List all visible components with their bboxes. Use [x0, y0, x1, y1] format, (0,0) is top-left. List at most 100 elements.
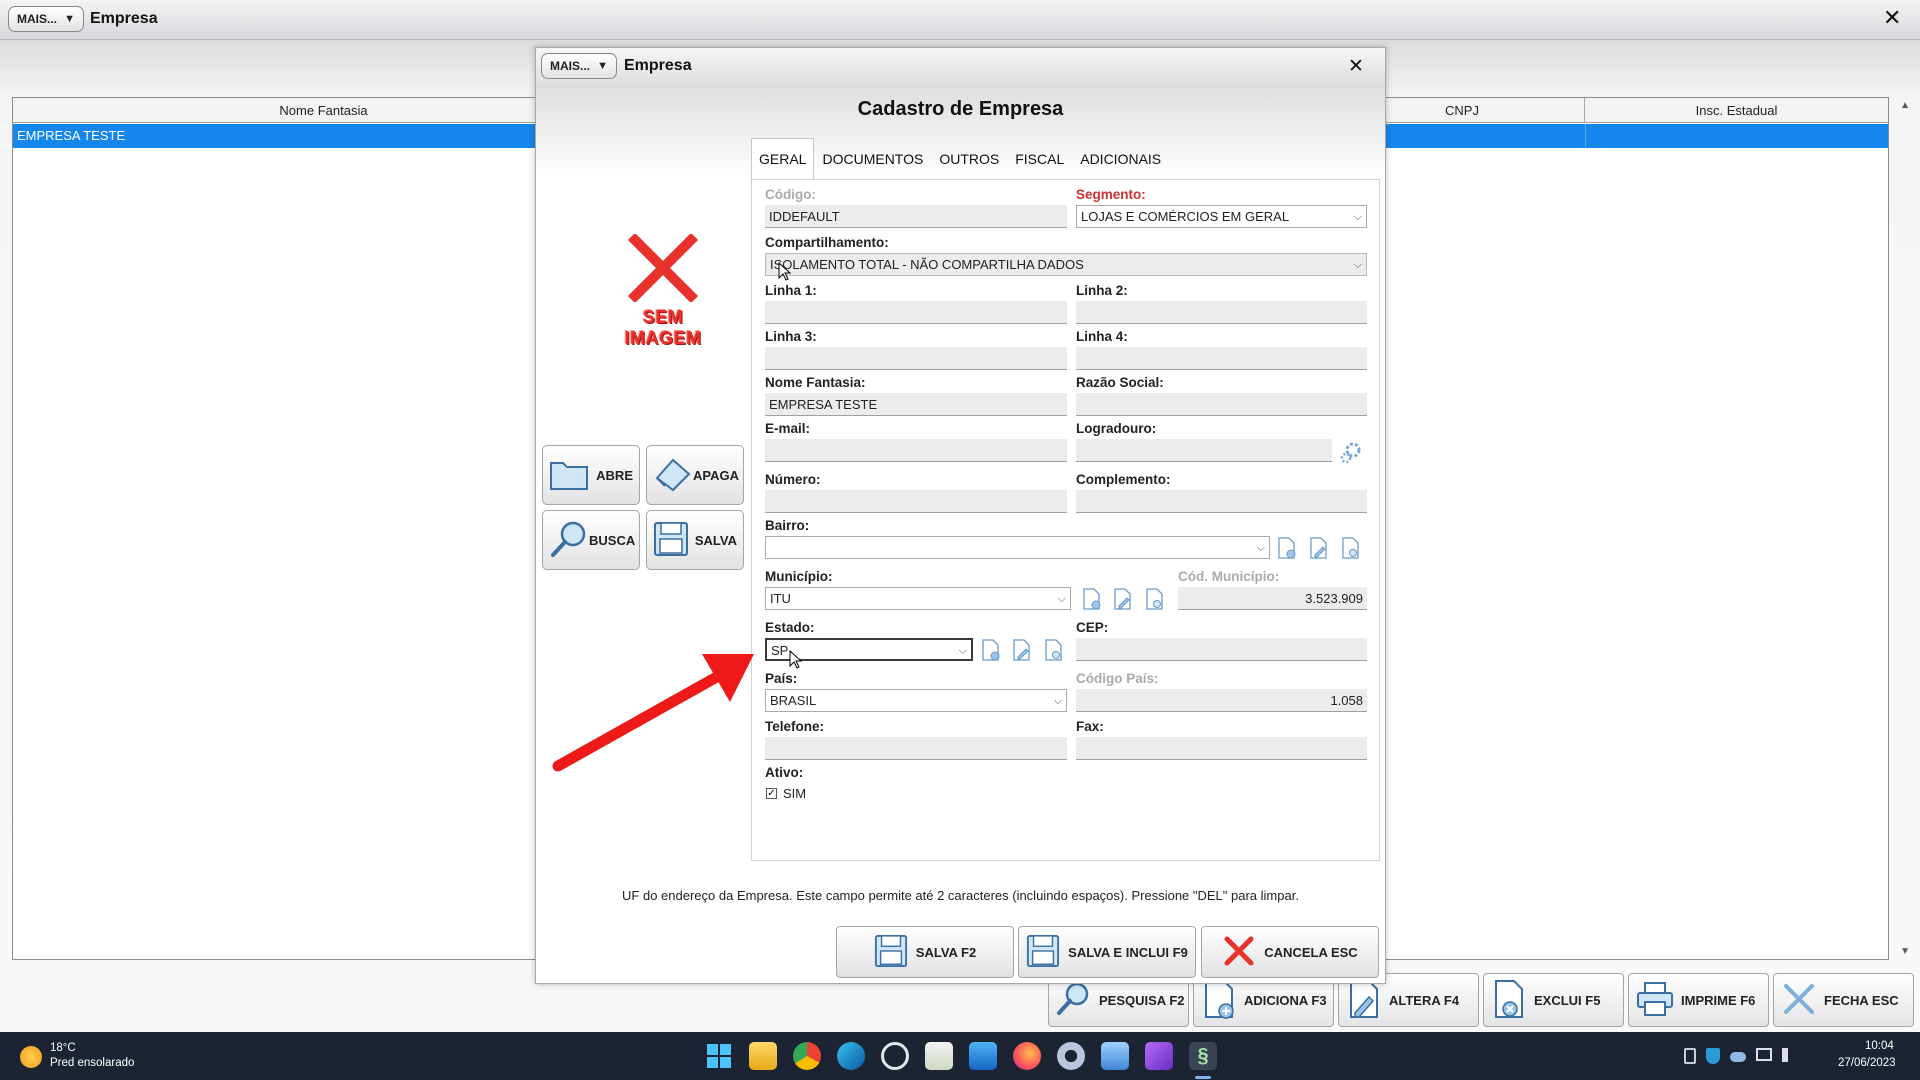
triangle-down-icon: ▼ [64, 13, 75, 25]
tab-documentos[interactable]: DOCUMENTOS [814, 138, 932, 180]
app-s-icon[interactable]: § [1189, 1042, 1217, 1070]
abre-button[interactable]: ABRE [542, 445, 640, 505]
whatsapp-icon[interactable] [881, 1042, 909, 1070]
magnifier-icon [1055, 980, 1093, 1021]
edit-document-icon[interactable] [1113, 588, 1133, 610]
add-document-icon[interactable] [1277, 537, 1297, 559]
add-document-icon[interactable] [1082, 588, 1102, 610]
spreadsheet-icon[interactable] [925, 1042, 953, 1070]
red-x-icon [1222, 934, 1256, 971]
main-close-icon[interactable]: ✕ [1883, 6, 1901, 31]
municipio-select[interactable]: ITU ⌵ [765, 587, 1071, 610]
main-mais-button[interactable]: MAIS... ▼ [8, 6, 84, 32]
nome-fantasia-field[interactable]: EMPRESA TESTE [765, 393, 1067, 416]
dialog-title: Empresa [624, 57, 692, 74]
fecha-button[interactable]: FECHA ESC [1773, 973, 1914, 1027]
tab-fiscal[interactable]: FISCAL [1007, 138, 1073, 180]
gears-icon[interactable] [1339, 441, 1363, 470]
email-field[interactable] [765, 439, 1067, 462]
imprime-button[interactable]: IMPRIME F6 [1628, 973, 1769, 1027]
volume-icon [1782, 1048, 1796, 1062]
complemento-field[interactable] [1076, 490, 1367, 513]
tab-outros[interactable]: OUTROS [931, 138, 1008, 180]
network-icon [1756, 1048, 1772, 1061]
settings-icon[interactable] [1057, 1042, 1085, 1070]
exclui-button[interactable]: EXCLUI F5 [1483, 973, 1624, 1027]
weather-desc: Pred ensolarado [50, 1057, 135, 1069]
windows-taskbar: 18°C Pred ensolarado § 10:04 27/06/2023 [0, 1032, 1920, 1080]
numero-field[interactable] [765, 490, 1067, 513]
red-arrow-annotation [552, 654, 754, 772]
field-hint: UF do endereço da Empresa. Este campo pe… [622, 888, 1299, 903]
notepad-icon[interactable] [1101, 1042, 1129, 1070]
chrome-icon[interactable] [793, 1042, 821, 1070]
cep-field[interactable] [1076, 638, 1367, 661]
segmento-label: Segmento: [1076, 187, 1146, 202]
scroll-down-icon[interactable]: ▼ [1900, 946, 1910, 957]
search-document-icon[interactable] [1145, 588, 1165, 610]
tab-adicionais[interactable]: ADICIONAIS [1072, 138, 1170, 180]
windows-start-icon[interactable] [705, 1042, 733, 1070]
triangle-down-icon: ▼ [597, 60, 608, 72]
edge-icon[interactable] [837, 1042, 865, 1070]
chevron-down-icon: ⌵ [1256, 541, 1265, 554]
cancela-button[interactable]: CANCELA ESC [1201, 926, 1379, 978]
exclui-label: EXCLUI F5 [1534, 992, 1601, 1008]
logradouro-field[interactable] [1076, 439, 1332, 462]
eraser-icon [653, 456, 693, 495]
busca-button[interactable]: BUSCA [542, 510, 640, 570]
clock-time[interactable]: 10:04 [1865, 1040, 1894, 1052]
salva-button[interactable]: SALVA F2 [836, 926, 1014, 978]
salva-side-button[interactable]: SALVA [646, 510, 744, 570]
clock-date[interactable]: 27/06/2023 [1838, 1057, 1896, 1069]
col-insc-estadual[interactable]: Insc. Estadual [1585, 98, 1888, 123]
file-explorer-icon[interactable] [749, 1042, 777, 1070]
chevron-down-icon: ⌵ [1353, 210, 1362, 223]
edit-document-icon[interactable] [1012, 639, 1032, 661]
fax-field[interactable] [1076, 737, 1367, 760]
dialog-close-icon[interactable]: ✕ [1348, 55, 1364, 77]
codigo-pais-label: Código País: [1076, 671, 1159, 686]
scroll-up-icon[interactable]: ▲ [1900, 100, 1910, 111]
edit-document-icon [1345, 979, 1383, 1022]
compartilhamento-select[interactable]: ISOLAMENTO TOTAL - NÃO COMPARTILHA DADOS… [765, 253, 1367, 276]
weather-widget[interactable]: 18°C Pred ensolarado [18, 1042, 168, 1072]
tray-icons[interactable] [1684, 1048, 1814, 1066]
mouse-cursor-icon [778, 262, 792, 281]
search-document-icon[interactable] [1044, 639, 1064, 661]
floppy-disk-icon [653, 521, 689, 560]
bairro-select[interactable]: ⌵ [765, 536, 1270, 559]
firefox-icon[interactable] [1013, 1042, 1041, 1070]
razao-social-field[interactable] [1076, 393, 1367, 416]
salva-e-inclui-button[interactable]: SALVA E INCLUI F9 [1018, 926, 1196, 978]
pesquisa-label: PESQUISA F2 [1099, 992, 1185, 1008]
search-document-icon[interactable] [1341, 537, 1361, 559]
linha3-field[interactable] [765, 347, 1067, 370]
pais-select[interactable]: BRASIL ⌵ [765, 689, 1067, 712]
no-image-line2: IMAGEM [624, 328, 702, 348]
apaga-label: APAGA [693, 467, 739, 483]
telefone-field[interactable] [765, 737, 1067, 760]
segmento-value: LOJAS E COMÉRCIOS EM GERAL [1081, 209, 1290, 224]
segmento-select[interactable]: LOJAS E COMÉRCIOS EM GERAL ⌵ [1076, 205, 1367, 228]
dialog-mais-button[interactable]: MAIS... ▼ [541, 53, 617, 79]
linha2-field[interactable] [1076, 301, 1367, 324]
apaga-button[interactable]: APAGA [646, 445, 744, 505]
shield-icon [1706, 1048, 1720, 1064]
compartilhamento-label: Compartilhamento: [765, 235, 889, 250]
mail-icon[interactable] [969, 1042, 997, 1070]
numero-label: Número: [765, 472, 821, 487]
linha4-field[interactable] [1076, 347, 1367, 370]
media-icon[interactable] [1145, 1042, 1173, 1070]
red-x-icon [627, 232, 699, 304]
edit-document-icon[interactable] [1309, 537, 1329, 559]
tab-geral[interactable]: GERAL [751, 138, 815, 180]
main-titlebar: MAIS... ▼ Empresa ✕ [0, 0, 1920, 40]
salva-e-inclui-label: SALVA E INCLUI F9 [1068, 944, 1188, 960]
add-document-icon[interactable] [981, 639, 1001, 661]
linha1-field[interactable] [765, 301, 1067, 324]
fecha-label: FECHA ESC [1824, 992, 1899, 1008]
dialog-mais-label: MAIS... [550, 59, 591, 73]
codigo-field[interactable]: IDDEFAULT [765, 205, 1067, 228]
abre-label: ABRE [596, 467, 633, 483]
